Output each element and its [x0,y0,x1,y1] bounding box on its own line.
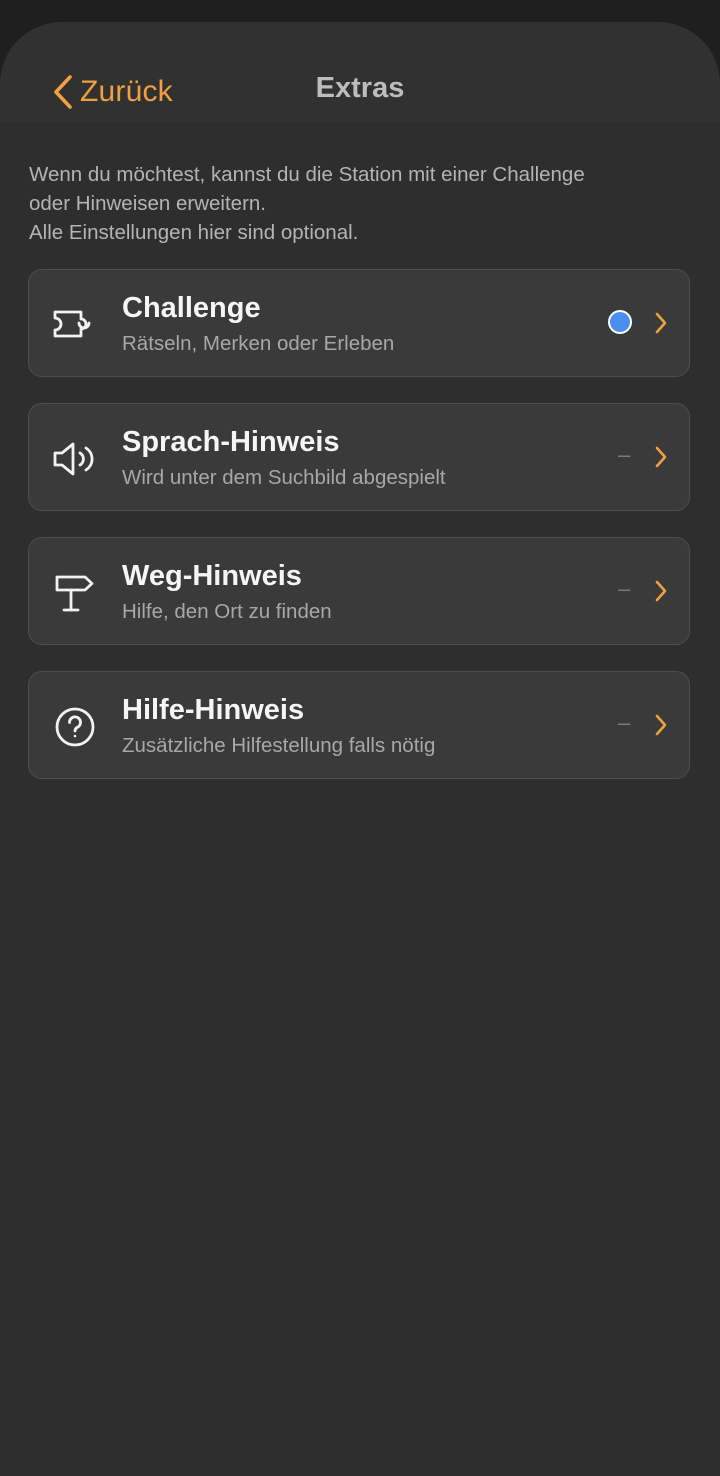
question-circle-icon [51,702,101,752]
status-dash: – [618,442,631,467]
hilfe-hinweis-subtitle: Zusätzliche Hilfestellung falls nötig [122,734,436,757]
status-dot [610,312,630,332]
weg-hinweis-subtitle: Hilfe, den Ort zu finden [122,600,332,623]
chevron-right-icon [654,579,668,603]
chevron-right-icon [654,713,668,737]
challenge-subtitle: Rätseln, Merken oder Erleben [122,332,395,355]
extras-sheet: Zurück Extras Wenn du möchtest, kannst d… [0,22,720,1476]
intro-text: Wenn du möchtest, kannst du die Station … [29,160,689,247]
hilfe-hinweis-row[interactable]: Hilfe-Hinweis Zusätzliche Hilfestellung … [28,671,690,779]
status-dash: – [618,710,631,735]
puzzle-icon [51,300,101,350]
sprach-hinweis-title: Sprach-Hinweis [122,426,340,458]
weg-hinweis-title: Weg-Hinweis [122,560,302,592]
sprach-hinweis-row[interactable]: Sprach-Hinweis Wird unter dem Suchbild a… [28,403,690,511]
sprach-hinweis-subtitle: Wird unter dem Suchbild abgespielt [122,466,446,489]
weg-hinweis-row[interactable]: Weg-Hinweis Hilfe, den Ort zu finden – [28,537,690,645]
intro-line-3: Alle Einstellungen hier sind optional. [29,221,359,244]
hilfe-hinweis-title: Hilfe-Hinweis [122,694,305,726]
challenge-row[interactable]: Challenge Rätseln, Merken oder Erleben [28,269,690,377]
intro-line-2: oder Hinweisen erweitern. [29,192,267,215]
challenge-title: Challenge [122,292,261,324]
navigation-bar: Zurück Extras [0,22,720,122]
intro-line-1: Wenn du möchtest, kannst du die Station … [29,163,585,186]
signpost-icon [51,568,101,618]
chevron-right-icon [654,445,668,469]
page-title: Extras [315,72,405,104]
speaker-icon [51,434,101,484]
status-dash: – [618,576,631,601]
chevron-right-icon [654,311,668,335]
